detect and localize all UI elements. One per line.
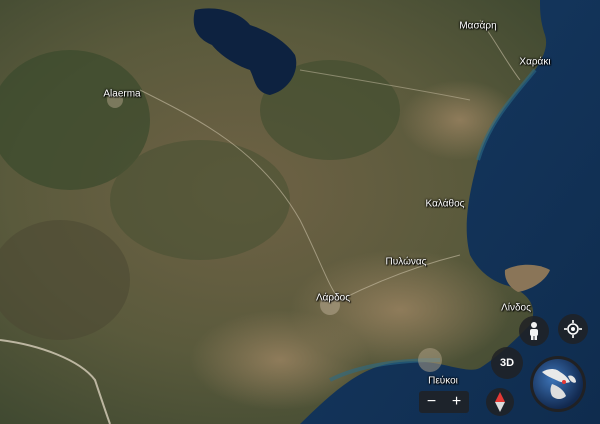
my-location-button[interactable] [558, 314, 588, 344]
three-d-button[interactable]: 3D [491, 347, 523, 379]
zoom-control: − + [419, 391, 469, 413]
globe-icon [533, 359, 583, 409]
place-label-pylona[interactable]: Πυλώνας [386, 257, 427, 268]
street-view-button[interactable] [519, 316, 549, 346]
place-label-kalathos[interactable]: Καλάθος [426, 199, 465, 210]
compass-icon [495, 392, 505, 412]
place-label-lindos[interactable]: Λίνδος [501, 303, 531, 314]
globe-view-button[interactable] [530, 356, 586, 412]
pegman-icon [530, 322, 538, 340]
place-label-lardos[interactable]: Λάρδος [316, 293, 350, 304]
place-label-pefkoi[interactable]: Πεύκοι [428, 376, 458, 387]
place-label-charaki[interactable]: Χαράκι [519, 57, 550, 68]
compass-button[interactable] [486, 388, 514, 416]
zoom-out-button[interactable]: − [419, 391, 444, 413]
place-label-alaerma[interactable]: Alaerma [103, 89, 140, 100]
place-label-massari[interactable]: Μασάρη [459, 21, 496, 32]
my-location-icon [564, 320, 582, 338]
zoom-in-button[interactable]: + [444, 391, 469, 413]
